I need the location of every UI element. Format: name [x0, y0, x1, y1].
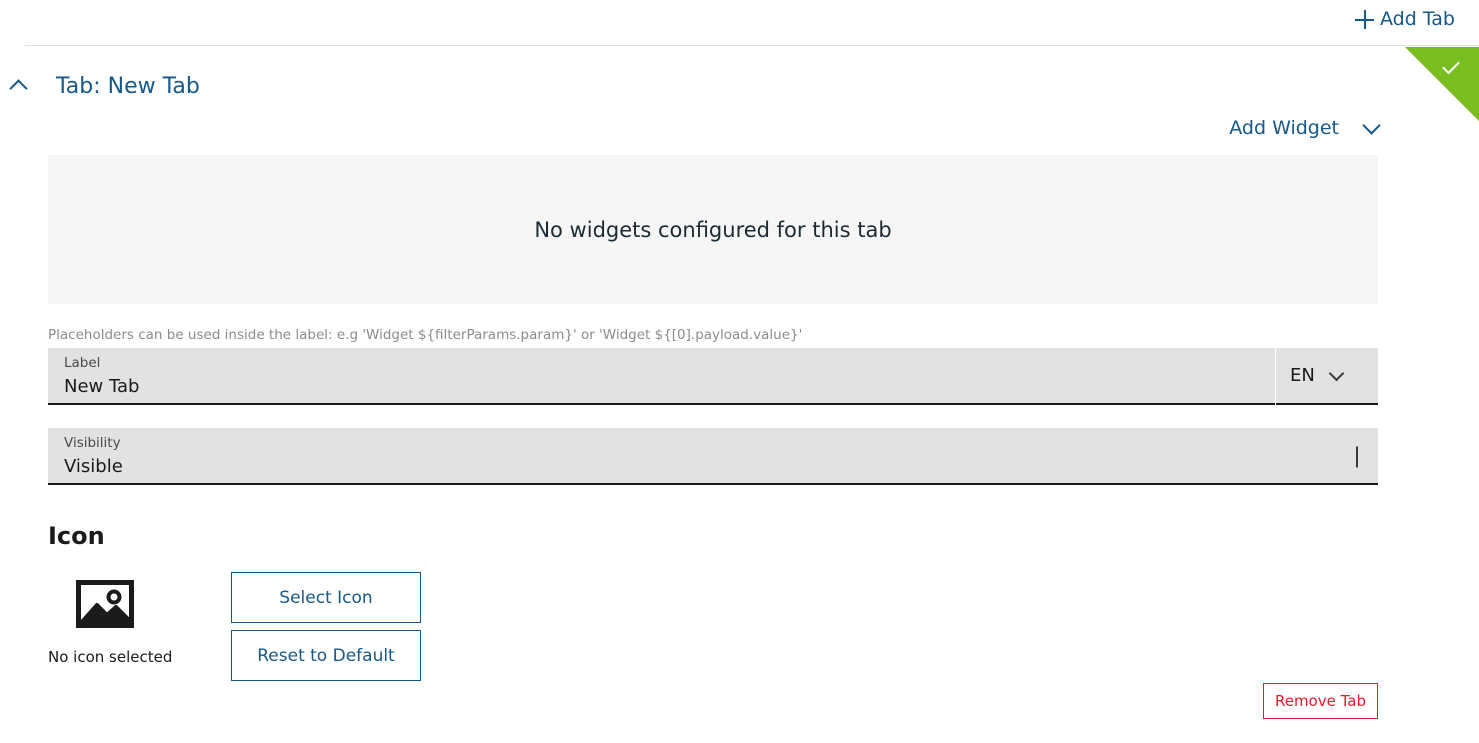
check-icon — [1442, 56, 1460, 75]
tab-header: Tab: New Tab — [0, 68, 200, 104]
icon-section-heading: Icon — [48, 522, 105, 550]
chevron-wrapper — [1356, 446, 1358, 467]
tab-configuration-page: Add Tab Tab: New Tab Add Widget No widge… — [0, 0, 1479, 743]
chevron-up-icon — [8, 79, 28, 98]
reset-to-default-button[interactable]: Reset to Default — [231, 630, 421, 681]
image-placeholder-icon — [76, 580, 134, 628]
remove-tab-button[interactable]: Remove Tab — [1263, 683, 1378, 719]
label-field-value: New Tab — [64, 375, 140, 397]
add-widget-button[interactable]: Add Widget — [1229, 115, 1381, 139]
ribbon-triangle — [1405, 47, 1479, 121]
header-divider — [25, 45, 1479, 46]
language-select-value: EN — [1290, 365, 1315, 386]
select-icon-button[interactable]: Select Icon — [231, 572, 421, 623]
add-tab-label: Add Tab — [1380, 8, 1455, 30]
visibility-select[interactable]: Visibility Visible — [48, 428, 1378, 485]
language-select[interactable]: EN — [1276, 348, 1378, 405]
label-field-caption: Label — [64, 355, 101, 372]
page-title: Tab: New Tab — [56, 73, 200, 99]
widgets-empty-panel: No widgets configured for this tab — [48, 155, 1378, 304]
chevron-down-icon — [1362, 115, 1381, 135]
placeholder-hint: Placeholders can be used inside the labe… — [48, 327, 803, 343]
label-field[interactable]: Label New Tab — [48, 348, 1275, 405]
top-bar: Add Tab — [0, 0, 1479, 44]
visibility-field-value: Visible — [64, 455, 123, 477]
no-icon-selected-text: No icon selected — [48, 648, 173, 666]
collapse-section-button[interactable] — [0, 68, 36, 104]
chevron-down-icon — [1328, 365, 1345, 381]
plus-icon — [1355, 10, 1374, 29]
add-widget-label: Add Widget — [1229, 117, 1339, 139]
add-tab-button[interactable]: Add Tab — [1355, 10, 1455, 29]
chevron-down-icon — [1356, 446, 1358, 467]
widgets-empty-text: No widgets configured for this tab — [534, 217, 892, 242]
visibility-field-caption: Visibility — [64, 435, 121, 452]
status-ribbon — [1405, 47, 1479, 121]
